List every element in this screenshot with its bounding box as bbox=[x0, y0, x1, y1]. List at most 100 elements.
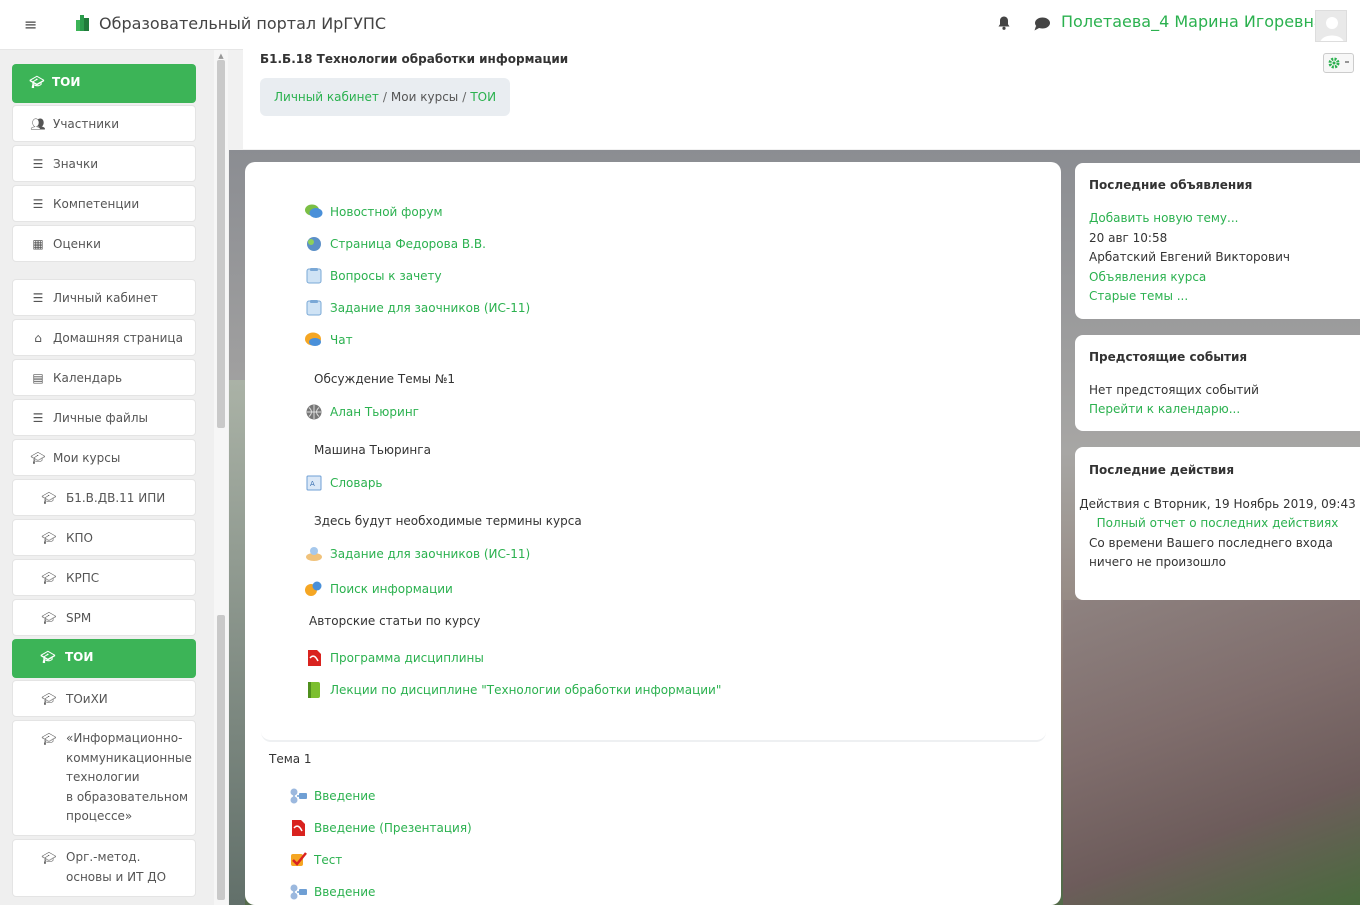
news-post-link[interactable]: Объявления курса bbox=[1089, 270, 1206, 284]
sidebar-nav: 🎓︎ ТОИ 👥︎ Участники ☰ Значки ☰ Компетенц… bbox=[0, 50, 214, 905]
menu-icon[interactable]: ≡ bbox=[24, 15, 37, 34]
sidebar-item-label: Календарь bbox=[53, 371, 123, 385]
breadcrumb-separator: / bbox=[382, 90, 387, 104]
activity-label: Тест bbox=[314, 853, 343, 867]
sidebar-item-label: Домашняя страница bbox=[53, 331, 183, 345]
sidebar-item-course-kpo[interactable]: 🎓︎ КПО bbox=[12, 519, 196, 556]
calendar-icon: ▤ bbox=[32, 371, 44, 385]
graduation-cap-icon: 🎓︎ bbox=[40, 650, 56, 664]
sidebar-item-competencies[interactable]: ☰ Компетенции bbox=[12, 185, 196, 222]
gear-icon bbox=[1328, 57, 1349, 69]
block-title: Последние действия bbox=[1089, 463, 1235, 477]
sidebar-item-dashboard[interactable]: ☰ Личный кабинет bbox=[12, 279, 196, 316]
no-events-text: Нет предстоящих событий bbox=[1089, 383, 1259, 397]
activity-label: Лекции по дисциплине "Технологии обработ… bbox=[330, 683, 722, 697]
older-topics-link[interactable]: Старые темы ... bbox=[1089, 289, 1188, 303]
sidebar-item-private-files[interactable]: ☰ Личные файлы bbox=[12, 399, 196, 436]
forum-icon bbox=[305, 204, 323, 218]
sidebar-item-label: SPM bbox=[66, 611, 92, 625]
sidebar-item-label: Орг.-метод. основы и ИТ ДО bbox=[66, 848, 166, 887]
graduation-cap-icon: 🎓︎ bbox=[41, 732, 57, 746]
calendar-link[interactable]: Перейти к календарю... bbox=[1089, 402, 1240, 416]
glossary-icon: A bbox=[306, 475, 322, 491]
assignment-icon bbox=[306, 300, 322, 316]
sidebar-item-course-ipi[interactable]: 🎓︎ Б1.В.ДВ.11 ИПИ bbox=[12, 479, 196, 516]
course-settings-button[interactable] bbox=[1323, 53, 1354, 73]
sidebar-item-participants[interactable]: 👥︎ Участники bbox=[12, 105, 196, 142]
label-line: коммуникационные bbox=[66, 750, 192, 765]
breadcrumb-current[interactable]: ТОИ bbox=[470, 90, 496, 104]
add-topic-link[interactable]: Добавить новую тему... bbox=[1089, 211, 1238, 225]
activity-label: Введение bbox=[314, 885, 376, 899]
sidebar-item-course-spm[interactable]: 🎓︎ SPM bbox=[12, 599, 196, 636]
sidebar-item-course-ikt[interactable]: 🎓︎ «Информационно- коммуникационные техн… bbox=[12, 720, 196, 836]
activity-label: Алан Тьюринг bbox=[330, 405, 419, 419]
scroll-up-arrow-icon[interactable]: ▲ bbox=[217, 52, 225, 60]
sidebar-item-calendar[interactable]: ▤ Календарь bbox=[12, 359, 196, 396]
sidebar-item-label: Компетенции bbox=[53, 197, 140, 211]
activity-label: Задание для заочников (ИС-11) bbox=[330, 301, 531, 315]
activity-label: Задание для заочников (ИС-11) bbox=[330, 547, 531, 561]
graduation-cap-icon: 🎓︎ bbox=[30, 451, 46, 465]
block-title: Предстоящие события bbox=[1089, 350, 1248, 364]
site-title[interactable]: Образовательный портал ИрГУПС bbox=[99, 14, 386, 33]
sidebar-item-label: ТОИ bbox=[52, 75, 81, 89]
sidebar-item-toi-course[interactable]: 🎓︎ ТОИ bbox=[12, 64, 196, 103]
home-icon: ⌂ bbox=[34, 331, 42, 345]
sidebar-item-grades[interactable]: ▦ Оценки bbox=[12, 225, 196, 262]
sidebar-item-badges[interactable]: ☰ Значки bbox=[12, 145, 196, 182]
sidebar-item-home[interactable]: ⌂ Домашняя страница bbox=[12, 319, 196, 356]
page-header: Б1.Б.18 Технологии обработки информации … bbox=[243, 48, 1360, 149]
quiz-icon bbox=[291, 852, 307, 866]
sidebar-item-label: «Информационно- коммуникационные техноло… bbox=[66, 729, 192, 827]
sidebar-item-label: Оценки bbox=[53, 237, 101, 251]
avatar[interactable] bbox=[1315, 10, 1347, 42]
sidebar-item-label: ТОиХИ bbox=[66, 692, 108, 706]
main-scroll-thumb[interactable] bbox=[217, 615, 225, 900]
breadcrumb-my-courses[interactable]: Мои курсы bbox=[391, 90, 458, 104]
activity-label: Поиск информации bbox=[330, 582, 453, 596]
workshop-icon bbox=[306, 547, 322, 561]
assignment-icon bbox=[306, 268, 322, 284]
graduation-cap-icon: 🎓︎ bbox=[41, 851, 57, 865]
search-description: Авторские статьи по курсу bbox=[309, 614, 481, 628]
activity-label: Введение bbox=[314, 789, 376, 803]
page-icon bbox=[307, 237, 321, 251]
sidebar-scroll-thumb[interactable] bbox=[217, 60, 225, 428]
sidebar-item-course-org[interactable]: 🎓︎ Орг.-метод. основы и ИТ ДО bbox=[12, 839, 196, 897]
full-report-link[interactable]: Полный отчет о последних действиях bbox=[1075, 516, 1360, 530]
chat-description: Обсуждение Темы №1 bbox=[314, 372, 456, 386]
wiki-description: Машина Тьюринга bbox=[314, 443, 431, 457]
users-icon: 👥︎ bbox=[30, 117, 46, 131]
activity-label: Словарь bbox=[330, 476, 383, 490]
label-line: «Информационно- bbox=[66, 731, 183, 745]
graduation-cap-icon: 🎓︎ bbox=[41, 491, 57, 505]
label-line: процессе» bbox=[66, 809, 133, 823]
user-avatar-icon bbox=[1320, 17, 1344, 41]
activity-label: Вопросы к зачету bbox=[330, 269, 442, 283]
sidebar-item-course-toi[interactable]: 🎓︎ ТОИ bbox=[12, 639, 196, 678]
list-icon: ☰ bbox=[32, 291, 44, 305]
pdf-icon bbox=[292, 820, 305, 836]
graduation-cap-icon: 🎓︎ bbox=[29, 75, 45, 89]
news-date: 20 авг 10:58 bbox=[1089, 231, 1168, 245]
user-name[interactable]: Полетаева_4 Марина Игоревна bbox=[1061, 12, 1324, 31]
news-author: Арбатский Евгений Викторович bbox=[1089, 250, 1290, 264]
breadcrumb-dashboard[interactable]: Личный кабинет bbox=[274, 90, 379, 104]
label-line: в образовательном bbox=[66, 789, 189, 804]
chat-icon[interactable] bbox=[1033, 16, 1051, 32]
sidebar-item-label: Участники bbox=[53, 117, 120, 131]
sidebar-item-my-courses[interactable]: 🎓︎ Мои курсы bbox=[12, 439, 196, 476]
section-title-topic-1: Тема 1 bbox=[269, 752, 312, 766]
general-section: Новостной форум Страница Федорова В.В. В… bbox=[261, 172, 1046, 742]
portal-logo-icon[interactable] bbox=[74, 13, 92, 33]
block-recent-activity: Последние действия Действия с Вторник, 1… bbox=[1075, 447, 1360, 600]
sidebar-item-course-toixi[interactable]: 🎓︎ ТОиХИ bbox=[12, 680, 196, 717]
graduation-cap-icon: 🎓︎ bbox=[41, 571, 57, 585]
scorm-icon bbox=[290, 788, 307, 804]
list-icon: ☰ bbox=[32, 157, 44, 171]
course-content: Новостной форум Страница Федорова В.В. В… bbox=[245, 162, 1061, 905]
sidebar-item-course-krps[interactable]: 🎓︎ КРПС bbox=[12, 559, 196, 596]
activity-label: Новостной форум bbox=[330, 205, 443, 219]
bell-icon[interactable] bbox=[996, 15, 1012, 31]
